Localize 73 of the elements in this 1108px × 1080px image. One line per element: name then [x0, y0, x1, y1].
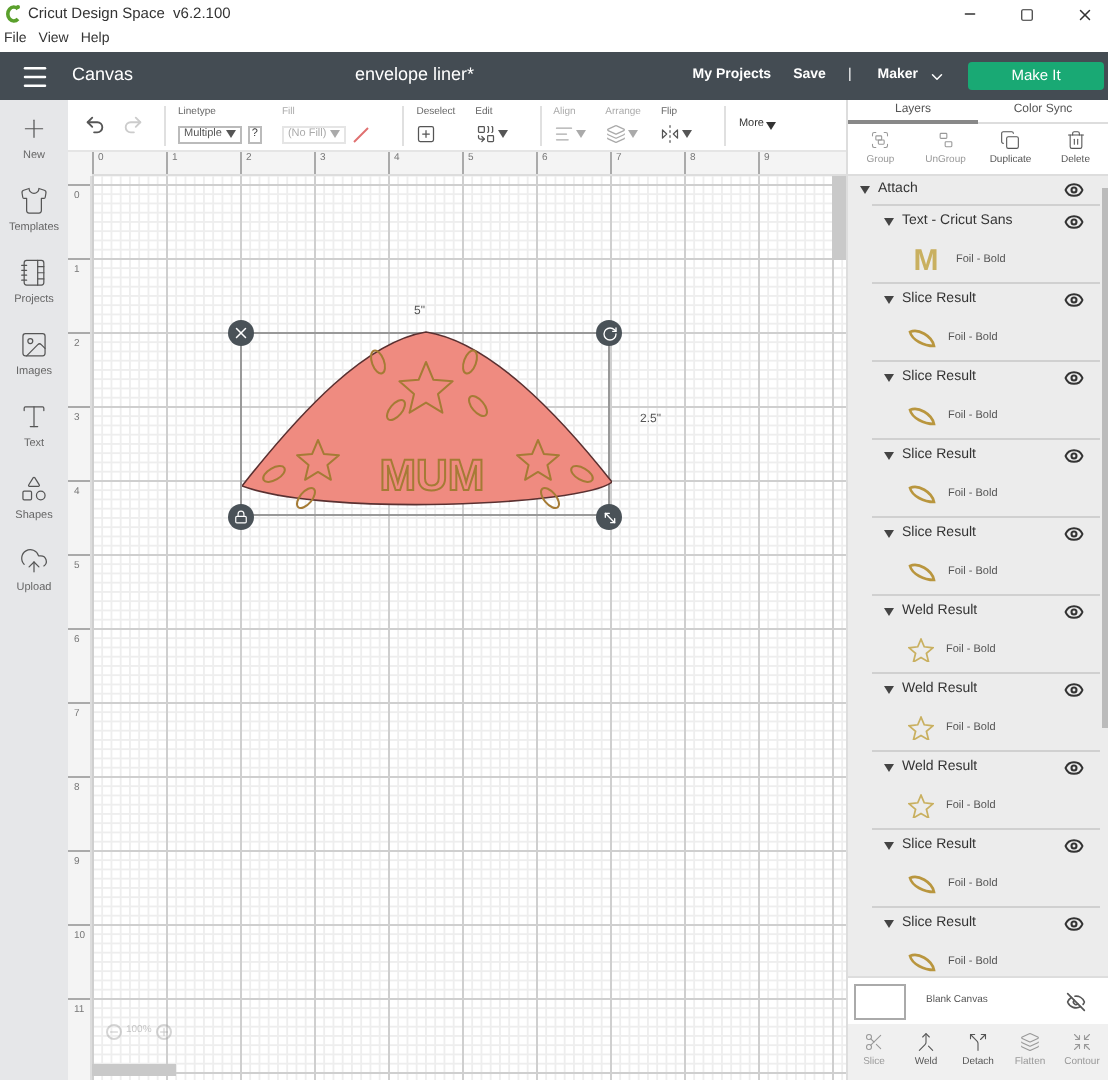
horizontal-scrollbar[interactable]: [92, 1064, 176, 1076]
vertical-scrollbar[interactable]: [832, 176, 846, 260]
caret-icon: [765, 121, 776, 129]
canvas-swatch[interactable]: [854, 983, 906, 1019]
caret-icon: [682, 130, 693, 139]
delete-handle[interactable]: [228, 320, 254, 346]
leaf-icon: [908, 952, 936, 972]
plus-square-icon: [416, 124, 437, 145]
eye-icon[interactable]: [1064, 680, 1084, 700]
leaf-icon: [908, 562, 936, 582]
ungroup-icon: [935, 129, 956, 150]
leaf-icon: [908, 406, 936, 426]
leaf-icon: [908, 874, 936, 894]
edit-icon: [475, 124, 496, 145]
eye-icon[interactable]: [1064, 212, 1084, 232]
notebook-icon: [18, 258, 50, 288]
maximize-icon[interactable]: [1020, 7, 1034, 21]
tool-button[interactable]: [660, 124, 693, 145]
star-icon: [908, 716, 934, 740]
shirt-icon: [17, 186, 50, 216]
contour-icon: [1072, 1032, 1092, 1053]
eye-off-icon[interactable]: [1066, 991, 1086, 1011]
caret-icon: [575, 130, 586, 139]
eye-icon[interactable]: [1064, 446, 1084, 466]
leaf-icon: [908, 484, 936, 504]
eye-icon[interactable]: [1064, 758, 1084, 778]
layers-scrollbar[interactable]: [1102, 188, 1108, 728]
lock-handle[interactable]: [228, 504, 254, 530]
group-icon: [870, 129, 891, 150]
cloud-upload-icon: [18, 546, 50, 576]
leaf-icon: [908, 328, 936, 348]
caret-icon: [627, 130, 638, 139]
duplicate-icon: [1000, 129, 1021, 150]
tool-button[interactable]: [416, 124, 437, 145]
detach-icon: [968, 1032, 988, 1053]
tool-button[interactable]: [475, 124, 508, 145]
eye-icon[interactable]: [1064, 368, 1084, 388]
eye-icon[interactable]: [1064, 836, 1084, 856]
flip-icon: [660, 124, 681, 145]
rotate-handle[interactable]: [596, 320, 622, 346]
app-logo-icon: [6, 4, 22, 24]
design-text: MUM: [379, 450, 485, 500]
letter-thumbnail: M: [911, 245, 941, 275]
shapes-icon: [18, 474, 50, 504]
close-icon: [232, 324, 250, 342]
undo-icon[interactable]: [84, 114, 106, 136]
lock-icon: [234, 510, 248, 524]
eye-icon[interactable]: [1064, 914, 1084, 934]
star-icon: [908, 794, 934, 818]
weld-icon: [916, 1032, 936, 1053]
slice-icon: [864, 1032, 884, 1053]
page-title: Canvas: [72, 62, 134, 89]
eye-icon[interactable]: [1064, 290, 1084, 310]
no-fill-icon: [352, 125, 371, 144]
arrange-icon: [605, 124, 626, 145]
caret-icon: [225, 130, 236, 139]
image-icon: [17, 330, 50, 360]
align-icon: [553, 124, 574, 145]
trash-icon: [1065, 129, 1086, 150]
text-icon: [18, 402, 50, 432]
flatten-icon: [1020, 1032, 1040, 1053]
rotate-icon: [601, 325, 617, 341]
project-name: envelope liner*: [355, 62, 477, 89]
menu-icon[interactable]: [20, 61, 50, 91]
eye-icon[interactable]: [1064, 524, 1084, 544]
caret-icon: [497, 130, 508, 139]
eye-icon[interactable]: [1064, 602, 1084, 622]
close-icon[interactable]: [1076, 5, 1094, 23]
resize-icon: [601, 509, 617, 525]
star-icon: [908, 638, 934, 662]
resize-handle[interactable]: [596, 504, 622, 530]
eye-icon[interactable]: [1064, 180, 1084, 200]
caret-icon: [330, 130, 341, 139]
